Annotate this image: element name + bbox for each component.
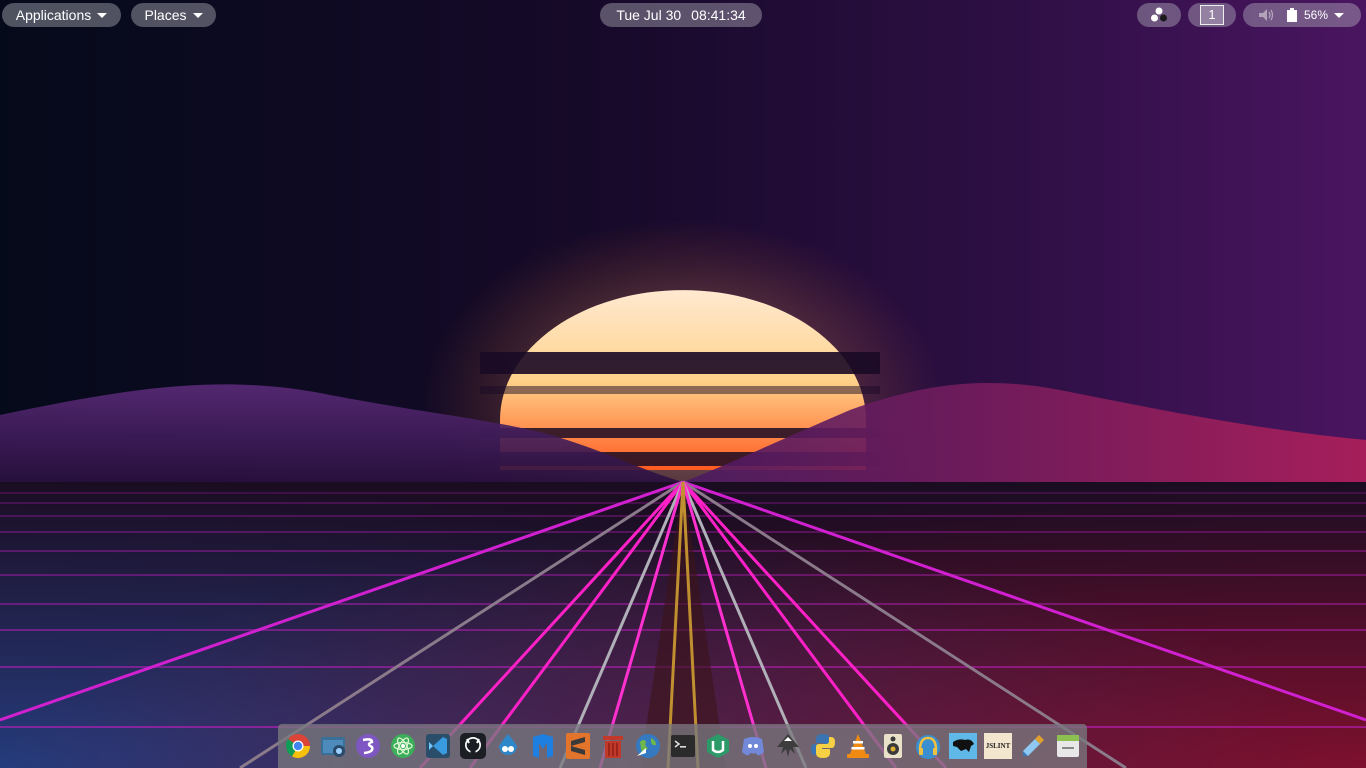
applications-menu-label: Applications [15, 7, 92, 23]
drupal-icon[interactable] [494, 732, 522, 760]
clock-time: 08:41:34 [691, 7, 746, 23]
battery-percent: 56% [1304, 8, 1329, 22]
chevron-down-icon [97, 12, 108, 18]
battery-icon [1287, 8, 1297, 22]
headphones-icon[interactable] [914, 732, 942, 760]
workspace-number: 1 [1200, 5, 1224, 25]
atom-icon[interactable] [389, 732, 417, 760]
malwarebytes-icon[interactable] [529, 732, 557, 760]
desktop-wallpaper [0, 0, 1366, 768]
emacs-icon[interactable] [354, 732, 382, 760]
applications-menu-button[interactable]: Applications [2, 3, 121, 27]
terminal-icon[interactable] [669, 732, 697, 760]
screenshot-icon[interactable] [319, 732, 347, 760]
places-menu-label: Places [144, 7, 187, 23]
speaker-icon[interactable] [879, 732, 907, 760]
jslint-icon[interactable]: JSLINT [984, 732, 1012, 760]
window-manager-icon[interactable] [1054, 732, 1082, 760]
globe-browser-icon[interactable] [634, 732, 662, 760]
vlc-icon[interactable] [844, 732, 872, 760]
places-menu-button[interactable]: Places [131, 3, 216, 27]
trash-icon[interactable] [599, 732, 627, 760]
jslint-label: JSLINT [985, 742, 1011, 750]
clock-button[interactable]: Tue Jul 30 08:41:34 [600, 3, 762, 27]
discord-icon[interactable] [739, 732, 767, 760]
circles-icon [1151, 7, 1167, 22]
hexchat-icon[interactable] [704, 732, 732, 760]
color-picker-icon[interactable] [1019, 732, 1047, 760]
chrome-icon[interactable] [284, 732, 312, 760]
activities-button[interactable] [1137, 3, 1181, 27]
sublime-icon[interactable] [564, 732, 592, 760]
inkscape-icon[interactable] [774, 732, 802, 760]
application-dock: JSLINT [278, 724, 1087, 768]
chevron-down-icon [192, 12, 203, 18]
vscode-icon[interactable] [424, 732, 452, 760]
clock-date: Tue Jul 30 [616, 7, 682, 23]
panther-icon[interactable] [949, 732, 977, 760]
system-status-menu[interactable]: 56% [1243, 3, 1361, 27]
github-icon[interactable] [459, 732, 487, 760]
chevron-down-icon [1334, 12, 1345, 18]
workspace-switcher[interactable]: 1 [1188, 3, 1236, 27]
volume-muted-icon [1259, 9, 1274, 21]
python-icon[interactable] [809, 732, 837, 760]
